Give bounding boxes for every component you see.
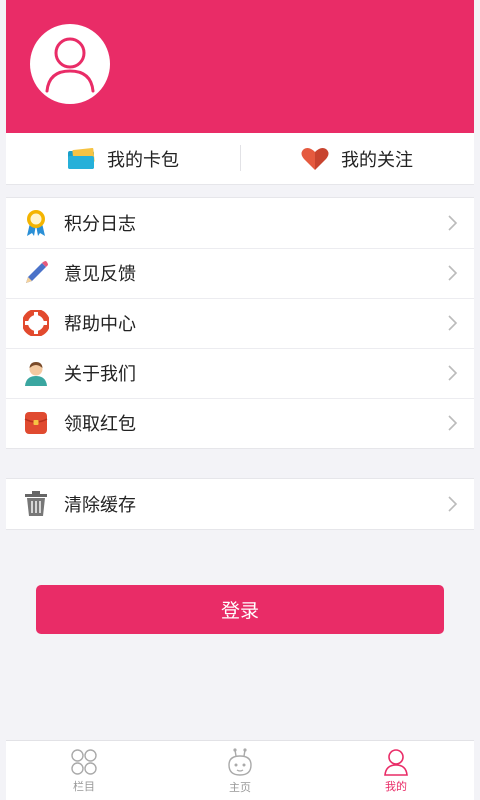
chevron-right-icon [448,315,458,331]
profile-header [6,0,474,133]
red-envelope-icon [22,409,50,437]
my-card-wallet-button[interactable]: 我的卡包 [6,133,240,184]
tab-label: 主页 [229,780,251,794]
quick-divider [240,145,241,171]
card-wallet-icon [68,147,95,169]
chevron-right-icon [448,215,458,231]
user-icon [384,748,408,776]
avatar[interactable] [30,24,110,104]
my-card-wallet-label: 我的卡包 [107,149,179,171]
chevron-right-icon [448,415,458,431]
lifebuoy-icon [22,309,50,337]
menu-item-label: 领取红包 [64,414,136,435]
app-screen: 我的卡包 我的关注 积分日志 意见反馈 帮助中心 关于我们 领取红包 清除缓存 … [6,0,474,800]
tab-label: 我的 [385,779,407,793]
menu-item-label: 意见反馈 [64,264,136,285]
pencil-icon [22,259,50,287]
cache-list: 清除缓存 [6,478,474,530]
tab-columns[interactable]: 栏目 [6,741,162,800]
user-avatar-icon [45,37,95,93]
award-ribbon-icon [22,209,50,237]
robot-face-icon [228,747,252,776]
menu-list: 积分日志 意见反馈 帮助中心 关于我们 领取红包 [6,197,474,449]
menu-item-feedback[interactable]: 意见反馈 [6,248,474,298]
quick-links: 我的卡包 我的关注 [6,133,474,185]
trash-icon [22,490,50,518]
heart-icon [301,147,329,170]
menu-item-label: 清除缓存 [64,495,136,516]
tab-home[interactable]: 主页 [162,741,318,800]
menu-item-about-us[interactable]: 关于我们 [6,348,474,398]
chevron-right-icon [448,265,458,281]
menu-item-clear-cache[interactable]: 清除缓存 [6,479,474,529]
tab-label: 栏目 [73,779,95,793]
menu-item-label: 关于我们 [64,364,136,385]
menu-item-help-center[interactable]: 帮助中心 [6,298,474,348]
menu-item-label: 帮助中心 [64,314,136,335]
menu-item-red-packet[interactable]: 领取红包 [6,398,474,448]
person-icon [22,359,50,387]
menu-item-points-log[interactable]: 积分日志 [6,198,474,248]
chevron-right-icon [448,365,458,381]
my-follow-button[interactable]: 我的关注 [240,133,474,184]
chevron-right-icon [448,496,458,512]
login-button[interactable]: 登录 [36,585,444,634]
bottom-tab-bar: 栏目 主页 我的 [6,740,474,800]
menu-item-label: 积分日志 [64,214,136,235]
tab-mine[interactable]: 我的 [318,741,474,800]
my-follow-label: 我的关注 [341,149,413,171]
grid-circles-icon [71,748,97,775]
